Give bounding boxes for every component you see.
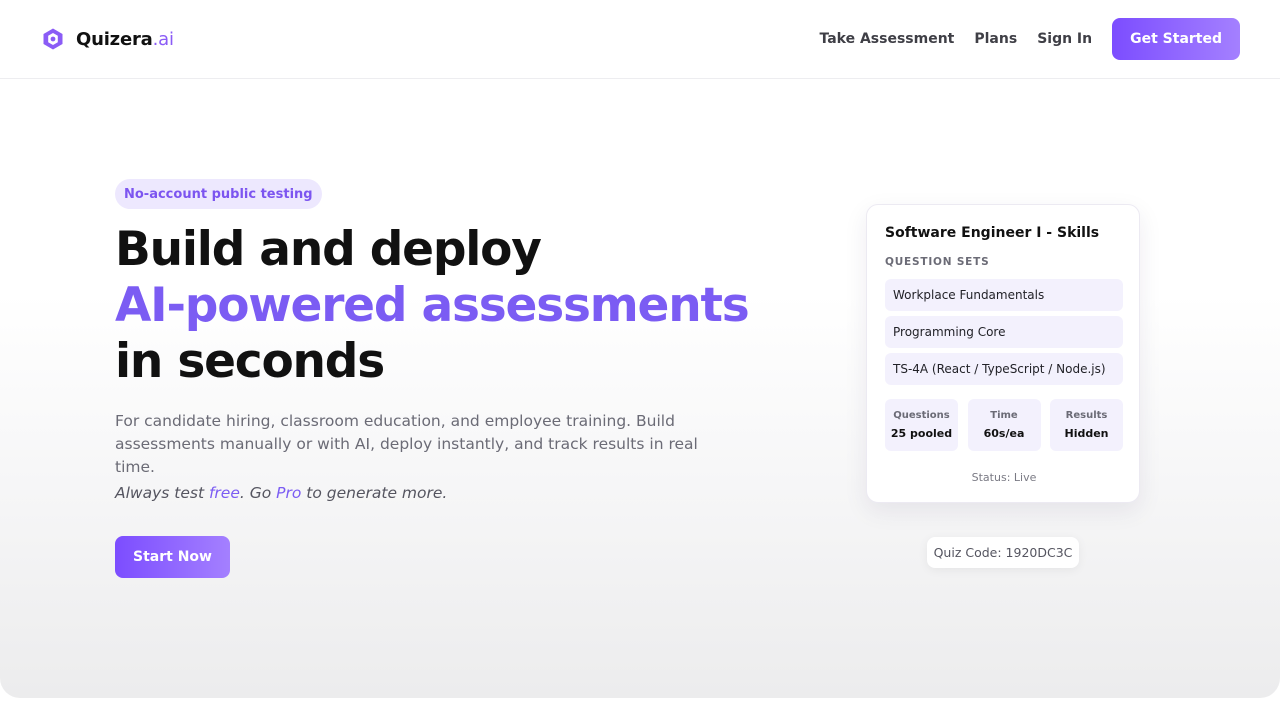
headline-line-2: AI-powered assessments [115,278,750,333]
assessment-preview-card: Software Engineer I - Skills QUESTION SE… [866,204,1140,503]
question-set-list: Workplace Fundamentals Programming Core … [885,279,1123,390]
stat-value: Hidden [1064,427,1109,440]
tagline-free: free [208,484,240,502]
brand-name: Quizera.ai [76,29,174,50]
top-navbar: Quizera.ai Take Assessment Plans Sign In… [0,0,1280,79]
tagline-text-3: to generate more. [301,484,448,502]
hexagon-logo-icon [43,28,63,50]
stat-label: Time [990,410,1018,421]
stat-value: 25 pooled [890,427,953,440]
stat-questions: Questions 25 pooled [885,399,958,451]
public-testing-badge: No-account public testing [115,179,322,209]
stat-label: Results [1065,410,1108,421]
brand-logo[interactable]: Quizera.ai [41,27,174,51]
hero-tagline: Always test free. Go Pro to generate mor… [115,484,447,502]
start-now-button[interactable]: Start Now [115,536,230,578]
question-sets-heading: QUESTION SETS [885,256,990,268]
main-nav: Take Assessment Plans Sign In Get Starte… [819,18,1240,60]
stat-value: 60s/ea [983,427,1025,440]
hero-headline: Build and deploy AI-powered assessments … [115,222,765,390]
quiz-code-pill: Quiz Code: 1920DC3C [927,537,1079,568]
headline-line-1: Build and deploy [115,222,542,277]
question-set-item: Workplace Fundamentals [885,279,1123,311]
headline-line-3: in seconds [115,334,385,389]
stat-label: Questions [893,410,950,421]
get-started-button[interactable]: Get Started [1112,18,1240,60]
stat-results: Results Hidden [1050,399,1123,451]
card-status: Status: Live [971,471,1037,484]
page-background: Quizera.ai Take Assessment Plans Sign In… [0,0,1280,698]
tagline-text-1: Always test [115,484,209,502]
brand-name-text: Quizera [76,28,153,50]
tagline-pro: Pro [276,484,302,502]
card-stats: Questions 25 pooled Time 60s/ea Results … [885,399,1123,451]
hero-description: For candidate hiring, classroom educatio… [115,412,698,476]
question-set-item: Programming Core [885,316,1123,348]
stat-time: Time 60s/ea [967,399,1041,451]
question-set-item: TS-4A (React / TypeScript / Node.js) [885,353,1123,385]
nav-take-assessment[interactable]: Take Assessment [819,31,954,47]
card-title: Software Engineer I - Skills [885,225,1100,241]
brand-tld: .ai [152,28,174,50]
nav-sign-in[interactable]: Sign In [1037,31,1092,47]
nav-plans[interactable]: Plans [974,31,1017,47]
tagline-text-2: . Go [239,484,277,502]
